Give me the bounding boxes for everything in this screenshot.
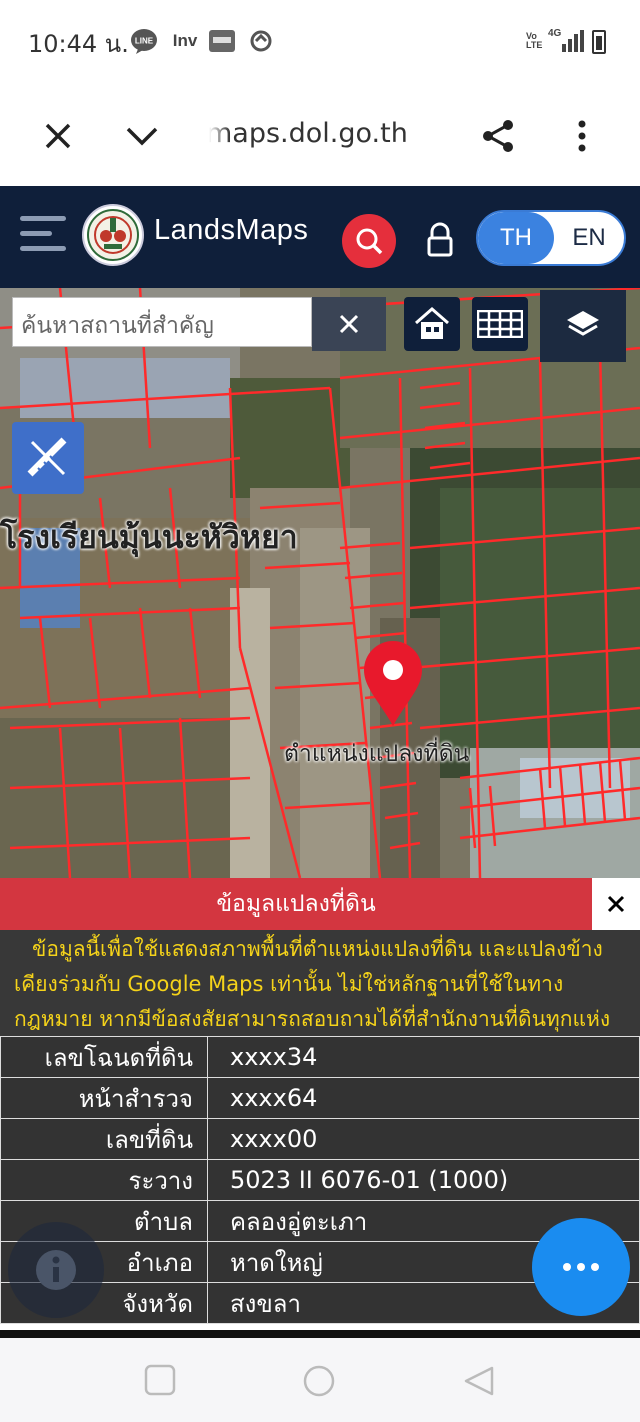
info-panel-close-button[interactable] xyxy=(592,878,640,930)
grid-icon xyxy=(477,310,523,338)
clear-search-button[interactable] xyxy=(312,297,386,351)
lock-icon[interactable] xyxy=(424,222,456,258)
measure-tool-button[interactable] xyxy=(12,422,84,494)
network-type-label: 4G xyxy=(548,28,562,39)
row-value: 5023 II 6076-01 (1000) xyxy=(207,1159,640,1201)
school-map-label: โรงเรียนมุ้นนะหัวิหยา xyxy=(0,518,298,556)
ruler-pencil-icon xyxy=(27,437,67,477)
satellite-map xyxy=(0,288,640,878)
more-vert-icon[interactable] xyxy=(558,112,606,160)
volte-icon: Vo LTE xyxy=(526,31,543,50)
row-label: ระวาง xyxy=(0,1159,208,1201)
dol-logo xyxy=(82,204,144,266)
location-pin-icon[interactable] xyxy=(360,640,426,728)
share-icon[interactable] xyxy=(474,112,522,160)
table-row: ระวาง 5023 II 6076-01 (1000) xyxy=(0,1159,640,1201)
search-button[interactable] xyxy=(342,214,396,268)
parcel-map-label: ตำแหน่งแปลงที่ดิน xyxy=(284,741,470,767)
table-row: เลขที่ดิน xxxx00 xyxy=(0,1118,640,1160)
language-toggle[interactable]: TH EN xyxy=(476,210,626,266)
map-view[interactable] xyxy=(0,288,640,878)
home-circle-icon[interactable] xyxy=(302,1364,336,1398)
back-triangle-icon[interactable] xyxy=(462,1364,496,1398)
4g-signal-icon: 4G xyxy=(548,28,584,54)
more-horiz-icon xyxy=(563,1263,599,1271)
lemono-icon xyxy=(208,28,236,54)
info-fab-button[interactable] xyxy=(8,1222,104,1318)
url-text[interactable]: maps.dol.go.th xyxy=(206,118,408,149)
table-row-partial xyxy=(0,1330,640,1338)
home-icon xyxy=(415,307,449,339)
brand-name: LandsMaps xyxy=(154,214,309,246)
hamburger-menu-icon[interactable] xyxy=(20,214,66,254)
row-label: เลขโฉนดที่ดิน xyxy=(0,1036,208,1078)
grid-button[interactable] xyxy=(472,297,528,351)
chevron-down-icon[interactable] xyxy=(118,112,166,160)
lang-en-button[interactable]: EN xyxy=(554,212,624,264)
layers-button[interactable] xyxy=(540,290,626,362)
sync-icon xyxy=(248,28,274,54)
more-options-fab-button[interactable] xyxy=(532,1218,630,1316)
line-icon: LINE xyxy=(130,28,158,54)
row-label: เลขที่ดิน xyxy=(0,1118,208,1160)
battery-icon xyxy=(592,30,606,54)
close-icon xyxy=(339,314,359,334)
row-label: หน้าสำรวจ xyxy=(0,1077,208,1119)
place-search-input[interactable]: ค้นหาสถานที่สำคัญ xyxy=(12,297,312,347)
row-value: xxxx00 xyxy=(207,1118,640,1160)
disclaimer-text: ข้อมูลนี้เพื่อใช้แสดงสภาพพื้นที่ตำแหน่งแ… xyxy=(0,930,640,1036)
search-icon xyxy=(356,228,383,255)
svg-text:LINE: LINE xyxy=(135,37,154,46)
close-icon[interactable] xyxy=(34,112,82,160)
info-icon xyxy=(36,1250,76,1290)
close-icon xyxy=(607,895,625,913)
row-value: xxxx34 xyxy=(207,1036,640,1078)
home-button[interactable] xyxy=(404,297,460,351)
inv-icon: Inv xyxy=(172,31,198,50)
row-value: xxxx64 xyxy=(207,1077,640,1119)
recent-apps-icon[interactable] xyxy=(144,1364,176,1396)
url-fade xyxy=(200,110,230,160)
info-panel-title: ข้อมูลแปลงที่ดิน xyxy=(0,878,592,930)
layers-icon xyxy=(567,311,599,336)
table-row: เลขโฉนดที่ดิน xxxx34 xyxy=(0,1036,640,1078)
lang-th-button[interactable]: TH xyxy=(478,212,554,264)
status-clock: 10:44 น. xyxy=(28,30,129,58)
table-row: หน้าสำรวจ xxxx64 xyxy=(0,1077,640,1119)
